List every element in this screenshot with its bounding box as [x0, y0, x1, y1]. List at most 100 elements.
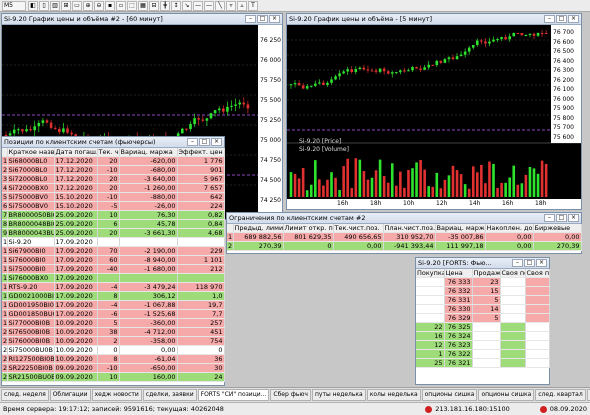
close-button[interactable]: × — [269, 15, 280, 23]
price-cell[interactable]: 76 323 — [444, 340, 473, 350]
chart1-titlebar[interactable]: Si-9.20 График цены и объёма #2 - [60 ми… — [2, 14, 282, 25]
maximize-button[interactable]: □ — [556, 15, 567, 23]
bid-cell[interactable] — [416, 295, 445, 305]
table-row[interactable]: 17GD001950BI017.09.2020-4-1 067,8819,7 — [2, 300, 225, 310]
positions-column-header[interactable]: Дата погаш. — [54, 148, 98, 157]
workspace-tab[interactable]: путы неделька — [311, 389, 366, 401]
chart2-titlebar[interactable]: Si-9.20 График цены и объёма - [5 минут]… — [287, 14, 581, 25]
table-row[interactable]: 10Si-9.2017.09.2020 — [2, 237, 225, 247]
bid-cell[interactable]: 25 — [416, 358, 445, 368]
orderbook-row[interactable]: 22 76 325 — [416, 322, 550, 332]
orderbook-column-header[interactable]: Своя по — [500, 269, 526, 278]
table-row[interactable]: 1 689 882,56 801 629,35 490 656,65 310 952,7… — [227, 232, 582, 242]
positions-column-header[interactable]: Эффект. цен — [177, 148, 225, 157]
table-row[interactable]: 8 BR8000048BI0 25.09.2020 6 45,78 0,84 — [2, 219, 225, 229]
ask-cell[interactable] — [472, 349, 501, 359]
ask-cell[interactable]: 5 — [472, 313, 501, 323]
table-row[interactable]: 2 270,39 0 0,00 -941 393,44 111 997,18 0,00 270… — [227, 241, 582, 251]
maximize-button[interactable]: □ — [199, 138, 210, 146]
ask-cell[interactable]: 14 — [472, 304, 501, 314]
orderbook-row[interactable]: 25 76 321 — [416, 358, 550, 368]
orderbook-column-header[interactable]: Цена — [444, 269, 473, 278]
price-cell[interactable]: 76 331 — [444, 295, 473, 305]
orderbook-row[interactable]: 1 76 322 — [416, 349, 550, 359]
maximize-button[interactable]: □ — [556, 214, 567, 222]
workspace-tab[interactable]: колы неделька — [366, 389, 421, 401]
workspace-tab[interactable]: FORTS "СИ" позици... — [197, 389, 270, 401]
table-row[interactable]: 20Si76500BI0B10.09.202038-4 712,00451 — [2, 327, 225, 337]
table-row[interactable]: 2 Si67000BL0 17.12.2020 -10 -680,00 901 — [2, 165, 225, 175]
table-row[interactable]: 23RI127500BI0B10.09.20208-61,0436 — [2, 354, 225, 364]
ask-cell[interactable]: 23 — [472, 277, 501, 287]
ask-cell[interactable] — [472, 331, 501, 341]
table-row[interactable]: 1 Si68000BL0 17.12.2020 20 -620,00 1 776 — [2, 156, 225, 166]
bid-cell[interactable] — [416, 286, 445, 296]
minimize-button[interactable]: – — [187, 138, 198, 146]
close-button[interactable]: × — [536, 259, 547, 267]
limits-column-header[interactable]: План.чист.поз. — [383, 224, 436, 233]
limits-column-header[interactable]: Вариац. маржа — [435, 224, 486, 233]
table-row[interactable]: 15RTS-9.2017.09.2020-4-3 479,24118 970 — [2, 282, 225, 292]
minimize-button[interactable]: – — [544, 214, 555, 222]
toolbar-button[interactable]: ▿ — [226, 0, 236, 11]
toolbar-button[interactable]: T — [248, 0, 258, 11]
table-row[interactable]: 12Si76000BI017.09.202060-8 940,001 101 — [2, 255, 225, 265]
orderbook-row[interactable]: 12 76 323 — [416, 340, 550, 350]
table-row[interactable]: 6 Si75000BV0 15.10.2020 -5 -26,00 224 — [2, 201, 225, 211]
minimize-button[interactable]: – — [245, 15, 256, 23]
ask-cell[interactable]: 5 — [472, 295, 501, 305]
table-row[interactable]: 16GD0021000BI017.09.20208306,121,0 — [2, 291, 225, 301]
bid-cell[interactable]: 12 — [416, 340, 445, 350]
bid-cell[interactable] — [416, 313, 445, 323]
table-row[interactable]: 7 BR8000050BI0 25.09.2020 10 76,30 0,82 — [2, 210, 225, 220]
limits-column-header[interactable]: Предыд. лимит — [233, 224, 284, 233]
toolbar-button[interactable]: ▵ — [237, 0, 247, 11]
workspace-tab[interactable]: Сбер фьюч — [270, 389, 311, 401]
bid-cell[interactable]: 16 — [416, 331, 445, 341]
price-cell[interactable]: 76 332 — [444, 286, 473, 296]
price-cell[interactable]: 76 322 — [444, 349, 473, 359]
orderbook-column-header[interactable]: Продажа — [472, 269, 501, 278]
limits-column-header[interactable]: Биржевые — [533, 224, 582, 233]
price-cell[interactable]: 76 330 — [444, 304, 473, 314]
minimize-button[interactable]: – — [544, 15, 555, 23]
table-row[interactable]: 18GD001850BU017.09.2020-6-1 525,687,7 — [2, 309, 225, 319]
bid-cell[interactable]: 22 — [416, 322, 445, 332]
toolbar-button[interactable]: ↘ — [182, 0, 192, 11]
workspace-tab[interactable]: след. неделя — [1, 389, 49, 401]
positions-titlebar[interactable]: Позиции по клиентским счетам (фьючерсы) … — [2, 137, 224, 148]
toolbar-button[interactable]: ▥ — [50, 0, 60, 11]
workspace-tab[interactable]: сделки, заявки — [142, 389, 197, 401]
workspace-tab[interactable]: Облигации — [49, 389, 91, 401]
ask-cell[interactable] — [472, 322, 501, 332]
orderbook-row[interactable]: 76 333 23 — [416, 277, 550, 287]
price-cell[interactable]: 76 324 — [444, 331, 473, 341]
ask-cell[interactable] — [472, 340, 501, 350]
orderbook-column-header[interactable]: Покупка — [416, 269, 445, 278]
minimize-button[interactable]: – — [512, 259, 523, 267]
table-row[interactable]: 24SR22250BI0B09.09.2020-10-650,0030 — [2, 363, 225, 373]
toolbar-button[interactable]: ▯ — [39, 0, 49, 11]
workspace-tab[interactable]: хедж новости — [91, 389, 142, 401]
workspace-tab[interactable]: опционы сишка — [421, 389, 478, 401]
positions-column-header[interactable]: Вариац. маржа — [119, 148, 178, 157]
toolbar-button[interactable]: ▪ — [105, 0, 115, 11]
ask-cell[interactable]: 15 — [472, 286, 501, 296]
toolbar-button[interactable]: ╲ — [215, 0, 225, 11]
table-row[interactable]: 22Si75000BU0B10.09.202000,000 — [2, 345, 225, 355]
table-row[interactable]: 11Si67900BI017.09.202070-2 190,00229 — [2, 246, 225, 256]
orderbook-row[interactable]: 76 329 5 — [416, 313, 550, 323]
table-row[interactable]: 13Si75000BI017.09.2020-40-1 680,00212 — [2, 264, 225, 274]
limits-column-header[interactable]: Тек.чист.поз. — [333, 224, 384, 233]
orderbook-row[interactable]: 76 330 14 — [416, 304, 550, 314]
bid-cell[interactable] — [416, 304, 445, 314]
table-row[interactable]: 21Si76000BI0B10.09.20202-358,00754 — [2, 336, 225, 346]
maximize-button[interactable]: □ — [257, 15, 268, 23]
orderbook-row[interactable]: 16 76 324 — [416, 331, 550, 341]
limits-column-header[interactable]: Лимит откр. поз. — [283, 224, 334, 233]
toolbar-button[interactable]: ⊕ — [83, 0, 93, 11]
workspace-tab[interactable]: след. квартал — [535, 389, 586, 401]
table-row[interactable]: 25SR21500BU0B09.09.202010160,0024 — [2, 372, 225, 382]
table-row[interactable]: 5 Si75000BV0 15.10.2020 -10 -880,00 642 — [2, 192, 225, 202]
orderbook-titlebar[interactable]: Si-9.20 [FORTS: Фью... – □ × — [416, 258, 549, 269]
